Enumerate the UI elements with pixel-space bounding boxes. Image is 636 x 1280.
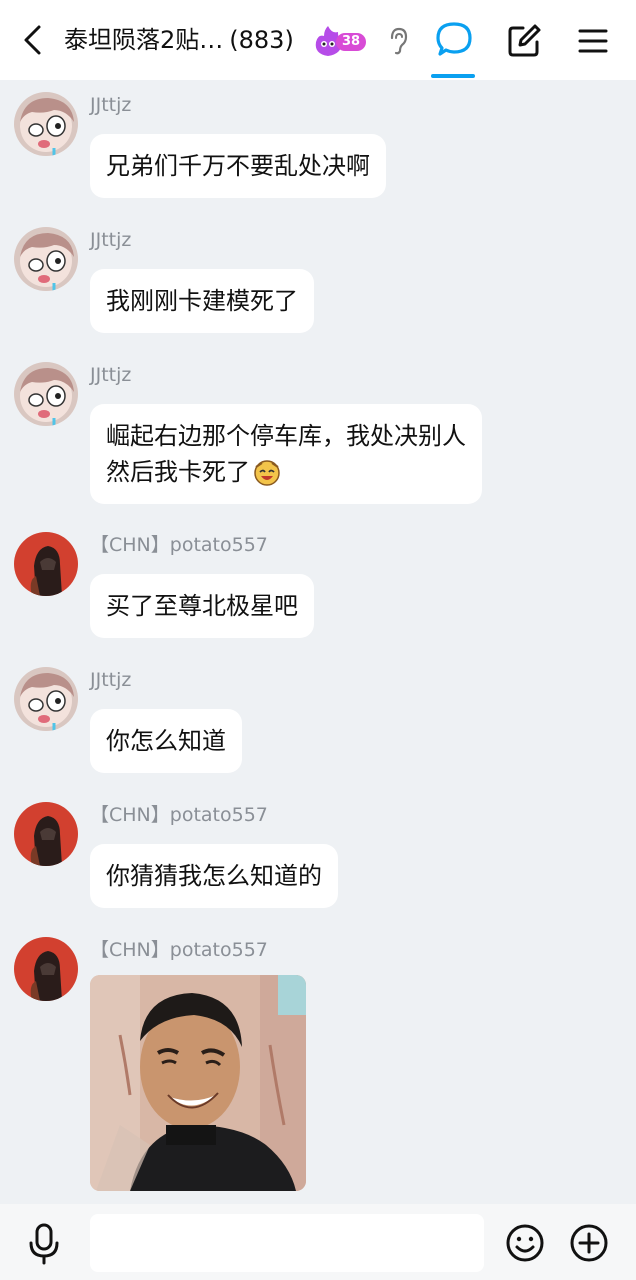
edit-icon[interactable] [505, 22, 543, 60]
input-bar [0, 1204, 636, 1280]
sender-name[interactable]: 【CHN】potato557 [90, 939, 268, 961]
emoji-icon[interactable] [504, 1222, 546, 1264]
cartoon-girl-avatar-icon [14, 92, 78, 156]
chat-header: 泰坦陨落2贴… (883) 38 [0, 0, 636, 80]
member-count: (883) [229, 26, 294, 54]
dark-helmet-avatar-icon [14, 937, 78, 1001]
avatar[interactable] [14, 802, 78, 866]
cartoon-girl-avatar-icon [14, 667, 78, 731]
message-bubble[interactable]: 我刚刚卡建模死了 [90, 269, 314, 333]
laughing-emoji-icon [254, 460, 280, 486]
message-bubble[interactable]: 你怎么知道 [90, 709, 242, 773]
message-bubble[interactable]: 兄弟们千万不要乱处决啊 [90, 134, 386, 198]
sender-name[interactable]: JJttjz [90, 669, 131, 691]
dark-helmet-avatar-icon [14, 532, 78, 596]
message-bubble[interactable]: 崛起右边那个停车库，我处决别人 然后我卡死了 [90, 404, 482, 504]
ear-icon[interactable] [386, 26, 410, 56]
message-text: 然后我卡死了 [106, 458, 250, 486]
sender-name[interactable]: 【CHN】potato557 [90, 804, 268, 826]
cartoon-girl-avatar-icon [14, 362, 78, 426]
group-name: 泰坦陨落2贴… [64, 26, 224, 54]
message-line: 然后我卡死了 [106, 454, 466, 490]
menu-icon[interactable] [574, 22, 612, 60]
level-badge: 38 [336, 33, 366, 51]
plus-icon[interactable] [568, 1222, 610, 1264]
sender-name[interactable]: JJttjz [90, 229, 131, 251]
sender-name[interactable]: 【CHN】potato557 [90, 534, 268, 556]
message-line: 崛起右边那个停车库，我处决别人 [106, 422, 466, 450]
image-message[interactable] [90, 975, 306, 1191]
message-input[interactable] [90, 1214, 484, 1272]
cartoon-girl-avatar-icon [14, 227, 78, 291]
avatar[interactable] [14, 362, 78, 426]
microphone-icon[interactable] [24, 1222, 64, 1266]
dark-helmet-avatar-icon [14, 802, 78, 866]
avatar[interactable] [14, 937, 78, 1001]
avatar[interactable] [14, 227, 78, 291]
message-bubble[interactable]: 你猜猜我怎么知道的 [90, 844, 338, 908]
active-tab-indicator [431, 74, 475, 78]
sender-name[interactable]: JJttjz [90, 94, 131, 116]
avatar[interactable] [14, 532, 78, 596]
avatar[interactable] [14, 667, 78, 731]
avatar[interactable] [14, 92, 78, 156]
back-arrow-icon [24, 25, 41, 55]
chat-title[interactable]: 泰坦陨落2贴… (883) [64, 22, 294, 58]
back-button[interactable] [14, 22, 50, 58]
smiling-man-photo-icon [90, 975, 306, 1191]
chat-bubble-icon[interactable] [432, 18, 476, 62]
sender-name[interactable]: JJttjz [90, 364, 131, 386]
message-bubble[interactable]: 买了至尊北极星吧 [90, 574, 314, 638]
